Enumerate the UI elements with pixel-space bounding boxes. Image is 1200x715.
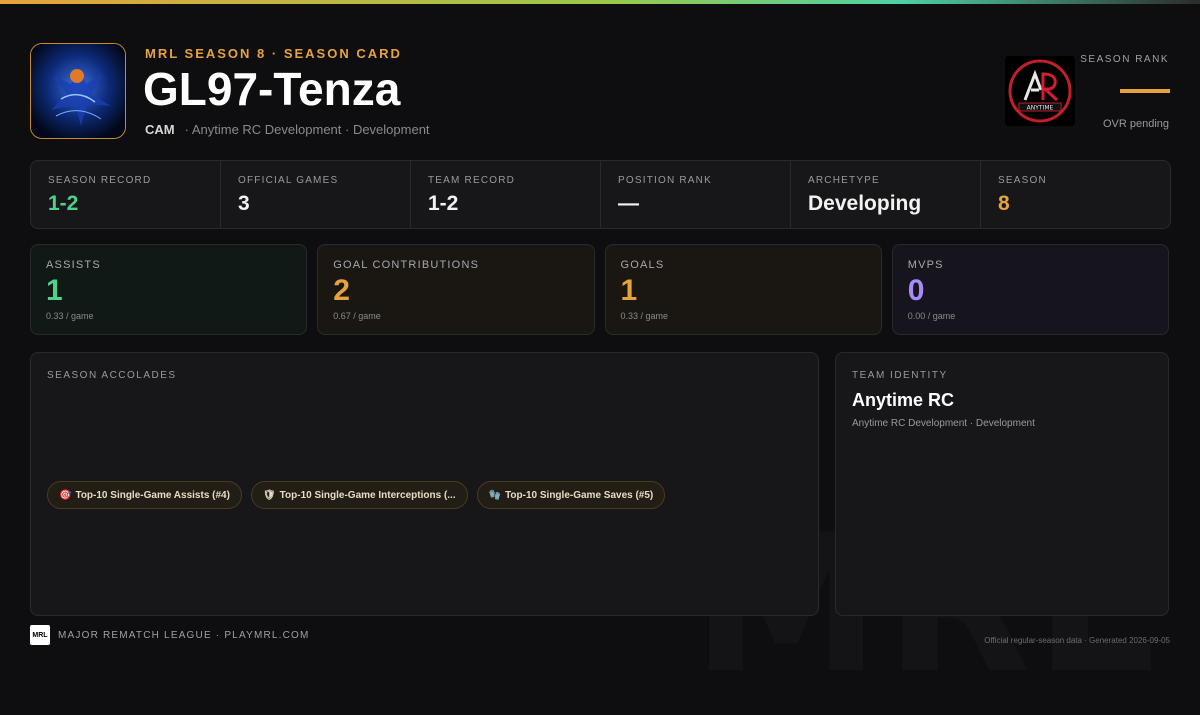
ovr-pending-text: OVR pending (1102, 118, 1169, 130)
season-card-eyebrow: MRL SEASON 8 · SEASON CARD (145, 46, 402, 61)
team-name: Anytime RC (852, 390, 955, 410)
card-value: 1 (620, 274, 638, 307)
footer-brand: MAJOR REMATCH LEAGUE · PLAYMRL.COM (58, 630, 310, 641)
card-per-game: 0.00 / game (907, 311, 956, 321)
accolade-text: Top-10 Single-Game Assists (#4) (75, 489, 230, 501)
stat-season: SEASON 8 (981, 161, 1170, 228)
season-accolades-panel: SEASON ACCOLADES 🎯 Top-10 Single-Game As… (30, 352, 819, 616)
mrl-logo: MRL (30, 625, 50, 645)
target-icon: 🎯 (59, 489, 72, 501)
stat-value: — (618, 192, 639, 215)
season-rank-dash (1120, 89, 1170, 93)
accolade-list: 🎯 Top-10 Single-Game Assists (#4) 🛡 Top-… (47, 481, 666, 509)
season-rank-label: SEASON RANK (1080, 54, 1169, 65)
stat-value: 3 (238, 192, 250, 215)
stat-row: SEASON RECORD 1-2 OFFICIAL GAMES 3 TEAM … (30, 160, 1171, 229)
accolade-text: Top-10 Single-Game Interceptions (... (279, 489, 456, 501)
panel-label: SEASON ACCOLADES (47, 370, 177, 381)
stat-label: SEASON RECORD (48, 175, 152, 186)
card-label: GOAL CONTRIBUTIONS (333, 259, 480, 271)
stat-value: 1-2 (428, 192, 459, 215)
card-value: 2 (333, 274, 350, 307)
stat-team-record: TEAM RECORD 1-2 (411, 161, 601, 228)
stat-official-games: OFFICIAL GAMES 3 (221, 161, 411, 228)
stat-season-record: SEASON RECORD 1-2 (31, 161, 221, 228)
big-stat-cards: ASSISTS 1 0.33 / game GOAL CONTRIBUTIONS… (30, 244, 1169, 335)
card-value: 1 (46, 274, 63, 307)
stat-label: ARCHETYPE (808, 175, 880, 186)
goals-card: GOALS 1 0.33 / game (604, 244, 882, 335)
mvps-card: MVPS 0 0.00 / game (891, 244, 1169, 335)
stat-label: OFFICIAL GAMES (238, 175, 339, 186)
card-per-game: 0.33 / game (620, 311, 669, 321)
stat-label: TEAM RECORD (428, 175, 516, 186)
stat-label: SEASON (998, 175, 1047, 186)
stat-archetype: ARCHETYPE Developing (791, 161, 981, 228)
card-value: 0 (907, 274, 925, 307)
player-avatar (30, 43, 126, 139)
player-subline: CAM · Anytime RC Development · Developmen… (145, 122, 430, 137)
card-label: MVPS (907, 259, 944, 271)
stat-label: POSITION RANK (618, 175, 712, 186)
player-team-line: · Anytime RC Development · Development (184, 122, 430, 137)
goal-contributions-card: GOAL CONTRIBUTIONS 2 0.67 / game (317, 244, 595, 335)
player-position: CAM (145, 122, 175, 137)
top-accent-bar (0, 0, 1200, 4)
card-per-game: 0.67 / game (333, 311, 381, 321)
accolade-badge: 🧤 Top-10 Single-Game Saves (#5) (476, 481, 666, 509)
stat-value: Developing (808, 192, 922, 215)
card-label: GOALS (620, 259, 665, 271)
team-subtitle: Anytime RC Development · Development (852, 418, 1035, 429)
stat-value: 1-2 (48, 192, 79, 215)
player-name: GL97-Tenza (143, 63, 401, 115)
assists-card: ASSISTS 1 0.33 / game (30, 244, 308, 335)
team-identity-panel: TEAM IDENTITY Anytime RC Anytime RC Deve… (835, 352, 1169, 616)
accolade-badge: 🛡 Top-10 Single-Game Interceptions (... (250, 481, 468, 509)
glove-icon: 🧤 (488, 489, 502, 501)
accolade-text: Top-10 Single-Game Saves (#5) (505, 489, 654, 501)
panel-label: TEAM IDENTITY (852, 370, 948, 381)
card-label: ASSISTS (46, 259, 101, 271)
stat-position-rank: POSITION RANK — (601, 161, 791, 228)
accolade-badge: 🎯 Top-10 Single-Game Assists (#4) (47, 481, 242, 509)
team-logo: ANYTIME (1005, 56, 1075, 126)
card-per-game: 0.33 / game (46, 311, 94, 321)
stat-value: 8 (998, 192, 1010, 215)
footer-note: Official regular-season data · Generated… (984, 636, 1170, 645)
shield-icon: 🛡 (262, 489, 276, 501)
svg-text:ANYTIME: ANYTIME (1027, 105, 1054, 112)
